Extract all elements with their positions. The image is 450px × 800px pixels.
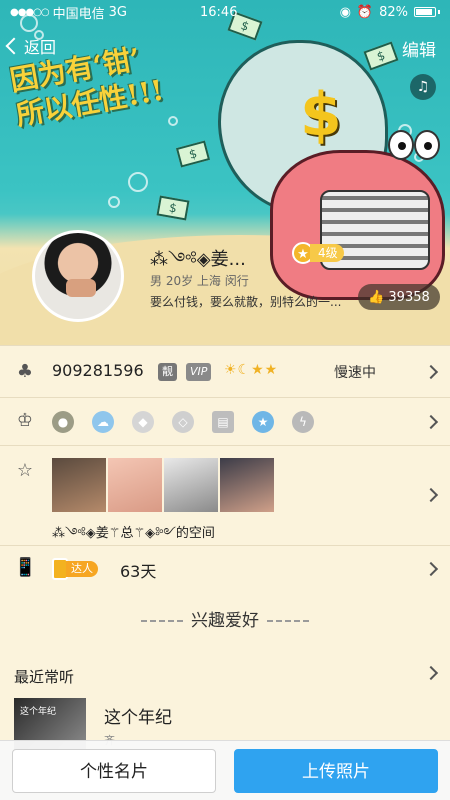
bottom-action-bar: 个性名片 上传照片 — [0, 740, 450, 800]
like-button[interactable]: 👍 39358 — [358, 284, 440, 310]
signature[interactable]: 要么付钱，要么就散，别特么的一... — [150, 293, 350, 310]
photo-thumbnail[interactable] — [108, 458, 162, 512]
cartoon-eye — [414, 130, 440, 160]
online-expert-badge: 达人 — [52, 558, 98, 580]
clock: 16:46 — [200, 4, 238, 20]
space-photos — [52, 458, 274, 512]
money-bill-icon: $ — [156, 195, 190, 221]
money-bill-icon: $ — [363, 41, 399, 71]
money-bill-icon: $ — [175, 140, 211, 168]
dollar-sign: $ — [300, 80, 342, 150]
user-info: 男 20岁 上海 闵行 — [150, 274, 249, 288]
badges-row[interactable]: ♔ ● ☁ ◆ ◇ ▤ ★ ϟ — [0, 397, 450, 445]
edit-button[interactable]: 编辑 — [402, 36, 436, 61]
star-outline-icon: ☆ — [16, 460, 34, 481]
like-count: 39358 — [388, 289, 430, 305]
qq-number-row[interactable]: ♣ 909281596 靓 VIP ☀☾★★ 慢速中 — [0, 345, 450, 397]
upload-photo-button[interactable]: 上传照片 — [234, 748, 438, 793]
battery-percent: 82% — [379, 4, 408, 20]
diamond-outline-icon: ◇ — [172, 411, 194, 433]
crown-icon: ♔ — [16, 410, 34, 431]
signal-icon: ●●●○○ — [10, 6, 50, 18]
chevron-left-icon — [5, 37, 23, 55]
diamond-icon: ◆ — [132, 411, 154, 433]
pretty-number-tag: 靓 — [158, 363, 177, 381]
level-badge[interactable]: ★ 4级 — [292, 242, 344, 264]
online-days: 63天 — [120, 562, 157, 581]
avatar[interactable] — [32, 230, 124, 322]
lock-rotation-icon: ◉ — [339, 4, 351, 20]
thumbs-up-icon: 👍 — [368, 289, 385, 305]
music-icon[interactable]: ♫ — [410, 74, 436, 100]
carrier-label: 中国电信 — [52, 6, 105, 22]
game-icon: ● — [52, 411, 74, 433]
back-label: 返回 — [24, 38, 57, 57]
book-icon: ▤ — [212, 411, 234, 433]
chevron-right-icon — [423, 561, 439, 577]
speed-status: 慢速中 — [334, 365, 376, 381]
qq-level-icons: ☀☾★★ — [224, 362, 279, 378]
cartoon-eye — [388, 130, 414, 160]
back-button[interactable]: 返回 — [5, 34, 57, 58]
recent-music-title[interactable]: 最近常听 — [14, 666, 74, 687]
qq-number: 909281596 — [52, 361, 144, 380]
photo-thumbnail[interactable] — [220, 458, 274, 512]
space-row[interactable]: ☆ ⁂༺◈姜⚚总⚚◈༻的空间 — [0, 445, 450, 545]
flash-icon: ϟ — [292, 411, 314, 433]
profile-card-button[interactable]: 个性名片 — [12, 748, 216, 793]
cloud-icon: ☁ — [92, 411, 114, 433]
level-label: 4级 — [310, 244, 344, 262]
star-icon: ★ — [252, 411, 274, 433]
chevron-right-icon — [423, 414, 439, 430]
chevron-right-icon[interactable] — [423, 665, 439, 681]
photo-thumbnail[interactable] — [164, 458, 218, 512]
vip-tag: VIP — [186, 363, 212, 381]
interests-title: 兴趣爱好 — [0, 606, 450, 631]
network-label: 3G — [108, 4, 128, 20]
phone-icon: 📱 — [14, 557, 37, 578]
battery-icon — [414, 7, 436, 17]
chevron-right-icon — [423, 487, 439, 503]
alarm-icon: ⏰ — [356, 4, 374, 20]
status-bar: ●●●○○ 中国电信 3G 16:46 ◉ ⏰ 82% — [0, 0, 450, 24]
song-title[interactable]: 这个年纪 — [104, 703, 172, 728]
photo-thumbnail[interactable] — [52, 458, 106, 512]
online-days-row[interactable]: 📱 达人 63天 — [0, 545, 450, 591]
chevron-right-icon — [423, 364, 439, 380]
penguin-icon: ♣ — [16, 361, 34, 382]
